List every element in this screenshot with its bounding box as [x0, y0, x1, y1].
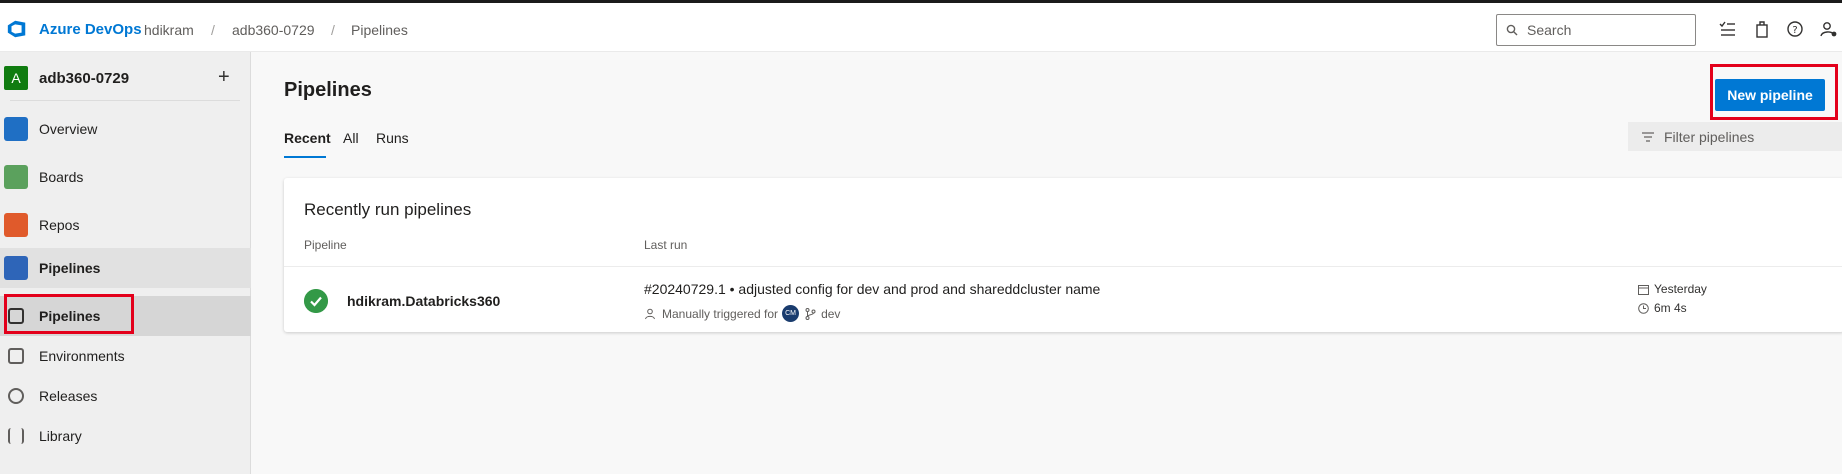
breadcrumb-separator: / — [211, 22, 215, 38]
tab-selected-indicator — [284, 156, 326, 158]
sidebar-item-label: Boards — [39, 169, 84, 185]
shopping-bag-icon[interactable] — [1753, 20, 1771, 38]
column-header-pipeline: Pipeline — [304, 238, 347, 252]
filter-placeholder: Filter pipelines — [1664, 128, 1755, 145]
user-settings-icon[interactable] — [1820, 20, 1838, 38]
sidebar-item-label: Environments — [39, 348, 125, 364]
run-duration: 6m 4s — [1638, 301, 1687, 315]
divider — [10, 100, 240, 101]
column-header-last-run: Last run — [644, 238, 688, 252]
overview-icon — [4, 117, 28, 141]
person-icon — [645, 308, 655, 319]
trigger-text: Manually triggered for — [662, 306, 779, 321]
sidebar-item-pipelines[interactable]: Pipelines — [0, 248, 251, 288]
pipeline-name[interactable]: hdikram.Databricks360 — [347, 293, 500, 309]
sidebar-item-label: Releases — [39, 388, 98, 404]
run-trigger-info: Manually triggered for CM dev — [644, 305, 840, 322]
sidebar-item-label: Repos — [39, 217, 80, 233]
environments-icon — [8, 348, 24, 364]
filter-icon — [1642, 131, 1654, 142]
run-duration-text: 6m 4s — [1654, 301, 1687, 315]
pipelines-icon — [4, 256, 28, 280]
branch-icon — [805, 307, 816, 320]
success-check-icon — [304, 289, 328, 313]
sidebar-item-repos[interactable]: Repos — [0, 205, 251, 245]
run-date-text: Yesterday — [1654, 282, 1707, 296]
user-avatar: CM — [782, 305, 800, 322]
sidebar-item-overview[interactable]: Overview — [0, 109, 251, 149]
breadcrumb-project[interactable]: adb360-0729 — [232, 22, 315, 38]
releases-icon — [8, 388, 24, 404]
clock-icon — [1638, 302, 1649, 314]
help-icon[interactable]: ? — [1786, 20, 1804, 38]
task-list-icon[interactable] — [1718, 20, 1736, 38]
brand-name[interactable]: Azure DevOps — [39, 21, 142, 38]
breadcrumb-page[interactable]: Pipelines — [351, 22, 408, 38]
filter-pipelines-input[interactable]: Filter pipelines — [1628, 122, 1842, 151]
svg-text:?: ? — [1792, 25, 1797, 36]
card-title: Recently run pipelines — [304, 200, 472, 219]
project-header[interactable]: A adb360-0729 + — [0, 64, 251, 94]
project-avatar: A — [4, 66, 28, 90]
search-input[interactable]: Search — [1496, 14, 1696, 46]
sidebar-item-label: Pipelines — [39, 260, 101, 276]
sidebar-item-label: Library — [39, 428, 82, 444]
divider — [284, 266, 1842, 267]
breadcrumb-organization[interactable]: hdikram — [144, 22, 194, 38]
project-name[interactable]: adb360-0729 — [39, 70, 129, 87]
highlight-box — [4, 294, 134, 334]
library-icon — [8, 428, 24, 444]
search-placeholder: Search — [1527, 22, 1572, 38]
repos-icon — [4, 213, 28, 237]
sidebar-subitem-library[interactable]: Library — [0, 416, 251, 456]
add-icon[interactable]: + — [218, 66, 230, 89]
sidebar-subitem-environments[interactable]: Environments — [0, 336, 251, 376]
tab-runs[interactable]: Runs — [376, 130, 409, 146]
azure-devops-logo-icon[interactable] — [6, 18, 28, 40]
sidebar-item-label: Overview — [39, 121, 98, 137]
branch-name[interactable]: dev — [821, 307, 840, 321]
sidebar-item-boards[interactable]: Boards — [0, 157, 251, 197]
tab-recent[interactable]: Recent — [284, 130, 331, 146]
tab-all[interactable]: All — [343, 130, 359, 146]
search-icon — [1506, 24, 1518, 36]
run-title[interactable]: #20240729.1 • adjusted config for dev an… — [644, 281, 1100, 297]
top-bar: Azure DevOps hdikram / adb360-0729 / Pip… — [0, 0, 1842, 52]
highlight-box — [1710, 64, 1838, 120]
sidebar: A adb360-0729 + Overview Boards Repos Pi… — [0, 52, 251, 474]
calendar-icon — [1638, 284, 1649, 295]
recent-pipelines-card: Recently run pipelines Pipeline Last run… — [284, 178, 1842, 332]
sidebar-subitem-releases[interactable]: Releases — [0, 376, 251, 416]
boards-icon — [4, 165, 28, 189]
breadcrumb-separator: / — [331, 22, 335, 38]
run-date: Yesterday — [1638, 282, 1707, 296]
page-title: Pipelines — [284, 79, 372, 101]
